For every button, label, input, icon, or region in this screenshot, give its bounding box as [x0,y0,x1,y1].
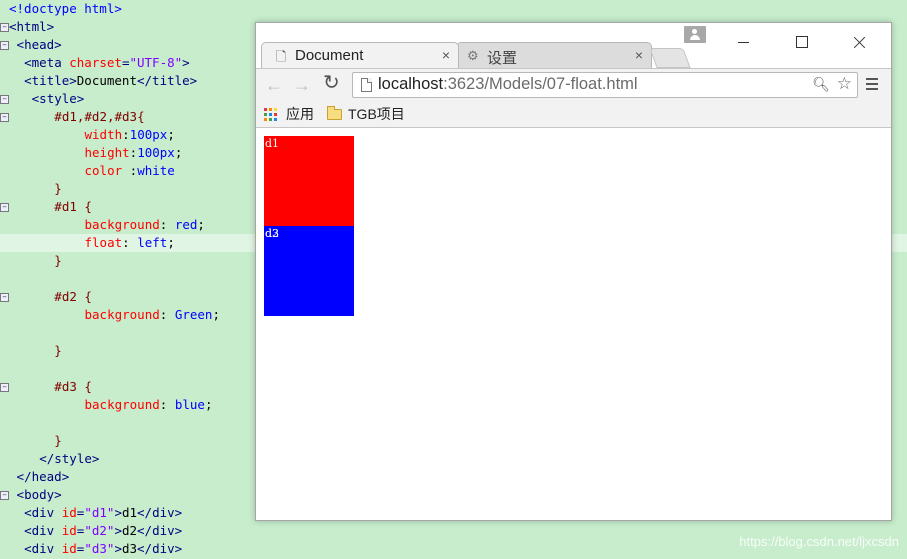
close-tab-icon[interactable]: × [442,47,450,63]
fold-toggle-icon[interactable]: − [0,491,9,500]
tab-document[interactable]: 🗋 Document × [261,42,459,68]
code-line: <div id="d3">d3</div> [24,541,183,556]
code-line: <meta charset="UTF-8"> [24,55,190,70]
browser-titlebar: 🗋 Document × ⚙ 设置 × [256,23,891,68]
code-line: </style> [39,451,100,466]
code-line: } [54,181,62,196]
div-label: d3 [265,227,280,240]
browser-toolbar: ← → ↻ localhost:3623/Models/07-float.htm… [256,68,891,103]
code-line: − #d3 { [0,378,255,396]
fold-toggle-icon[interactable]: − [0,113,9,122]
page-info-icon[interactable] [361,78,372,92]
tab-settings[interactable]: ⚙ 设置 × [456,42,652,68]
address-bar[interactable]: localhost:3623/Models/07-float.html 🔍︎ ☆ [352,72,858,98]
code-line: − #d2 { [0,288,255,306]
tab-title: 设置 [487,50,518,67]
zoom-icon[interactable]: 🔍︎ [812,76,830,93]
code-line: background: blue; [84,397,213,412]
code-line: height:100px; [84,145,183,160]
gear-icon: ⚙ [467,48,479,63]
code-line: background: red; [84,217,205,232]
url-path: :3623/Models/07-float.html [443,75,638,93]
close-window-button[interactable] [836,31,882,53]
fold-toggle-icon[interactable]: − [0,383,9,392]
code-line: </head> [16,469,70,484]
code-line: − #d1,#d2,#d3{ [0,108,255,126]
code-line: color :white [84,163,175,178]
reload-icon[interactable]: ↻ [323,73,340,93]
code-line: <!doctype html> [9,1,122,16]
browser-window: 🗋 Document × ⚙ 设置 × ← → ↻ localhost:3623… [255,22,892,521]
bookmark-star-icon[interactable]: ☆ [837,74,852,94]
code-line: } [54,343,62,358]
tab-title: Document [295,47,364,64]
page-icon: 🗋 [276,49,287,64]
code-line: } [54,433,62,448]
bookmark-label: TGB项目 [348,106,405,122]
fold-toggle-icon[interactable]: − [0,41,9,50]
code-line: background: Green; [84,307,221,322]
code-line: <title>Document</title> [24,73,198,88]
new-tab-button[interactable] [649,48,691,68]
code-line: − #d1 { [0,198,255,216]
url-text: localhost:3623/Models/07-float.html [378,75,638,94]
profile-icon[interactable] [684,26,706,43]
code-line: − <body> [0,486,255,504]
page-viewport: d1 d2 d3 [256,128,891,520]
menu-icon[interactable] [866,78,878,93]
maximize-button[interactable] [778,31,824,53]
div-d1: d1 [264,136,354,226]
back-arrow-icon[interactable]: ← [265,75,283,95]
fold-toggle-icon[interactable]: − [0,293,9,302]
div-d3: d2 d3 [264,226,354,316]
folder-icon [327,106,342,120]
code-line: <div id="d2">d2</div> [24,523,183,538]
forward-arrow-icon[interactable]: → [293,75,311,95]
bookmark-label: 应用 [286,106,314,122]
watermark: https://blog.csdn.net/ljxcsdn [739,534,899,549]
code-line: − <style> [0,90,255,108]
minimize-button[interactable] [720,31,766,53]
bookmarks-bar: 应用 TGB项目 [256,102,891,128]
url-host: localhost [378,75,444,93]
code-line: − <html> [0,18,255,36]
apps-grid-icon [264,108,279,123]
close-tab-icon[interactable]: × [635,47,643,63]
code-line: } [54,253,62,268]
code-line: <div id="d1">d1</div> [24,505,183,520]
code-line: − <head> [0,36,255,54]
div-label: d1 [265,137,280,150]
fold-toggle-icon[interactable]: − [0,95,9,104]
fold-toggle-icon[interactable]: − [0,23,9,32]
fold-toggle-icon[interactable]: − [0,203,9,212]
code-line: width:100px; [84,127,175,142]
